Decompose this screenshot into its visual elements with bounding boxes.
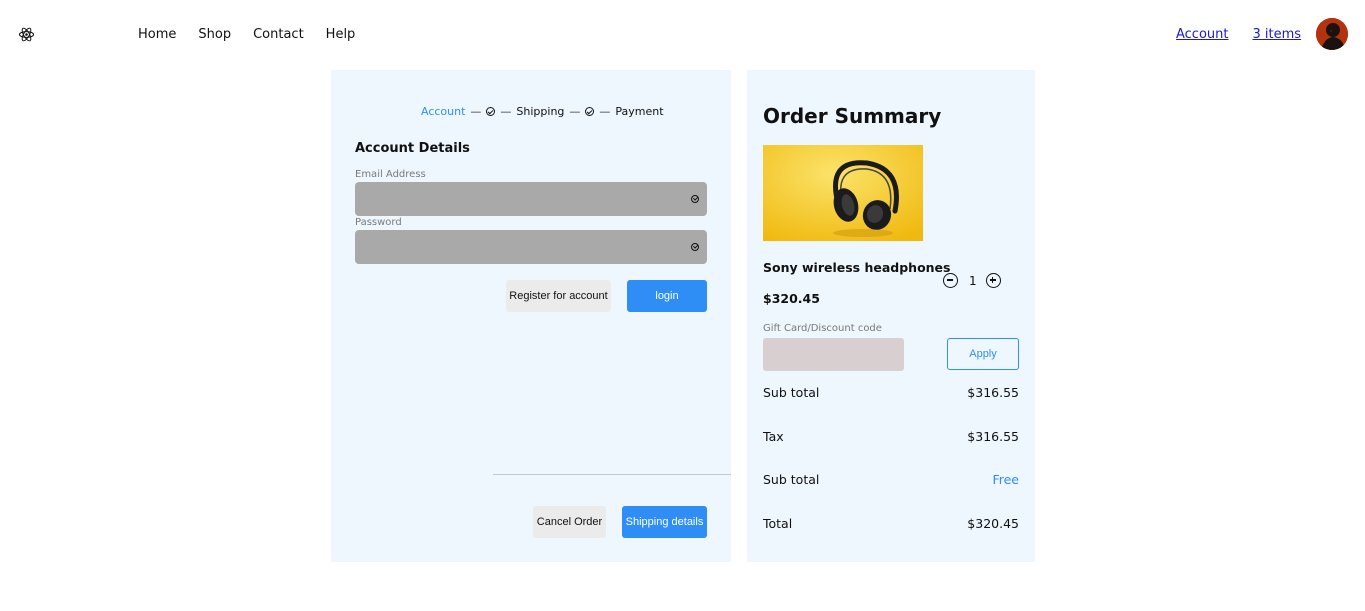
cancel-order-button[interactable]: Cancel Order <box>533 506 606 538</box>
account-link[interactable]: Account <box>1176 26 1229 43</box>
check-circle-icon <box>691 195 699 203</box>
main-nav: Home Shop Contact Help <box>138 26 377 43</box>
register-button[interactable]: Register for account <box>506 280 611 312</box>
summary-title: Order Summary <box>763 104 942 128</box>
apply-button[interactable]: Apply <box>947 338 1019 370</box>
cart-link[interactable]: 3 items <box>1253 26 1302 43</box>
check-circle-icon <box>486 107 496 116</box>
summary-row: Sub total $316.55 <box>763 385 1019 400</box>
summary-row-value: Free <box>992 472 1019 487</box>
divider <box>493 474 731 475</box>
react-atom-icon[interactable] <box>18 26 35 43</box>
step-separator: — <box>599 105 611 118</box>
summary-row-value: $316.55 <box>967 429 1019 444</box>
gift-card-input[interactable] <box>763 338 904 371</box>
email-field[interactable] <box>355 182 707 216</box>
summary-row-label: Total <box>763 516 793 531</box>
order-summary-panel: Order Summary Sony wireless headphones $… <box>747 70 1035 562</box>
step-account[interactable]: Account <box>421 105 465 118</box>
product-name: Sony wireless headphones <box>763 260 951 275</box>
summary-row: Tax $316.55 <box>763 429 1019 444</box>
email-label: Email Address <box>355 169 426 180</box>
product-image <box>763 145 923 241</box>
avatar[interactable] <box>1316 18 1348 50</box>
plus-circle-icon[interactable] <box>985 273 1001 288</box>
headphones-image <box>763 145 923 241</box>
avatar-image <box>1316 18 1348 50</box>
password-field[interactable] <box>355 230 707 264</box>
step-separator: — <box>470 105 482 118</box>
quantity-value: 1 <box>969 273 977 288</box>
summary-row: Total $320.45 <box>763 516 1019 531</box>
checkout-steps: Account — — Shipping — — Payment <box>421 105 664 118</box>
summary-row: Sub total Free <box>763 472 1019 487</box>
section-title: Account Details <box>355 141 470 156</box>
quantity-stepper: 1 <box>943 273 1001 288</box>
step-payment[interactable]: Payment <box>615 105 663 118</box>
nav-help-link[interactable]: Help <box>326 26 356 43</box>
password-label: Password <box>355 217 402 228</box>
shipping-details-button[interactable]: Shipping details <box>622 506 707 538</box>
login-button[interactable]: login <box>627 280 707 312</box>
check-circle-icon <box>691 243 699 251</box>
checkout-panel: Account — — Shipping — — Payment Account… <box>331 70 731 562</box>
check-circle-icon <box>585 107 595 116</box>
nav-home-link[interactable]: Home <box>138 26 176 43</box>
summary-row-label: Sub total <box>763 472 820 487</box>
summary-row-label: Tax <box>763 429 784 444</box>
nav-shop-link[interactable]: Shop <box>198 26 231 43</box>
product-price: $320.45 <box>763 291 820 306</box>
summary-row-value: $316.55 <box>967 385 1019 400</box>
summary-row-label: Sub total <box>763 385 820 400</box>
gift-card-label: Gift Card/Discount code <box>763 323 882 334</box>
header-right-links: Account 3 items <box>1176 26 1325 43</box>
nav-contact-link[interactable]: Contact <box>253 26 304 43</box>
step-separator: — <box>569 105 581 118</box>
minus-circle-icon[interactable] <box>943 273 958 288</box>
step-separator: — <box>500 105 512 118</box>
step-shipping[interactable]: Shipping <box>516 105 564 118</box>
summary-row-value: $320.45 <box>967 516 1019 531</box>
